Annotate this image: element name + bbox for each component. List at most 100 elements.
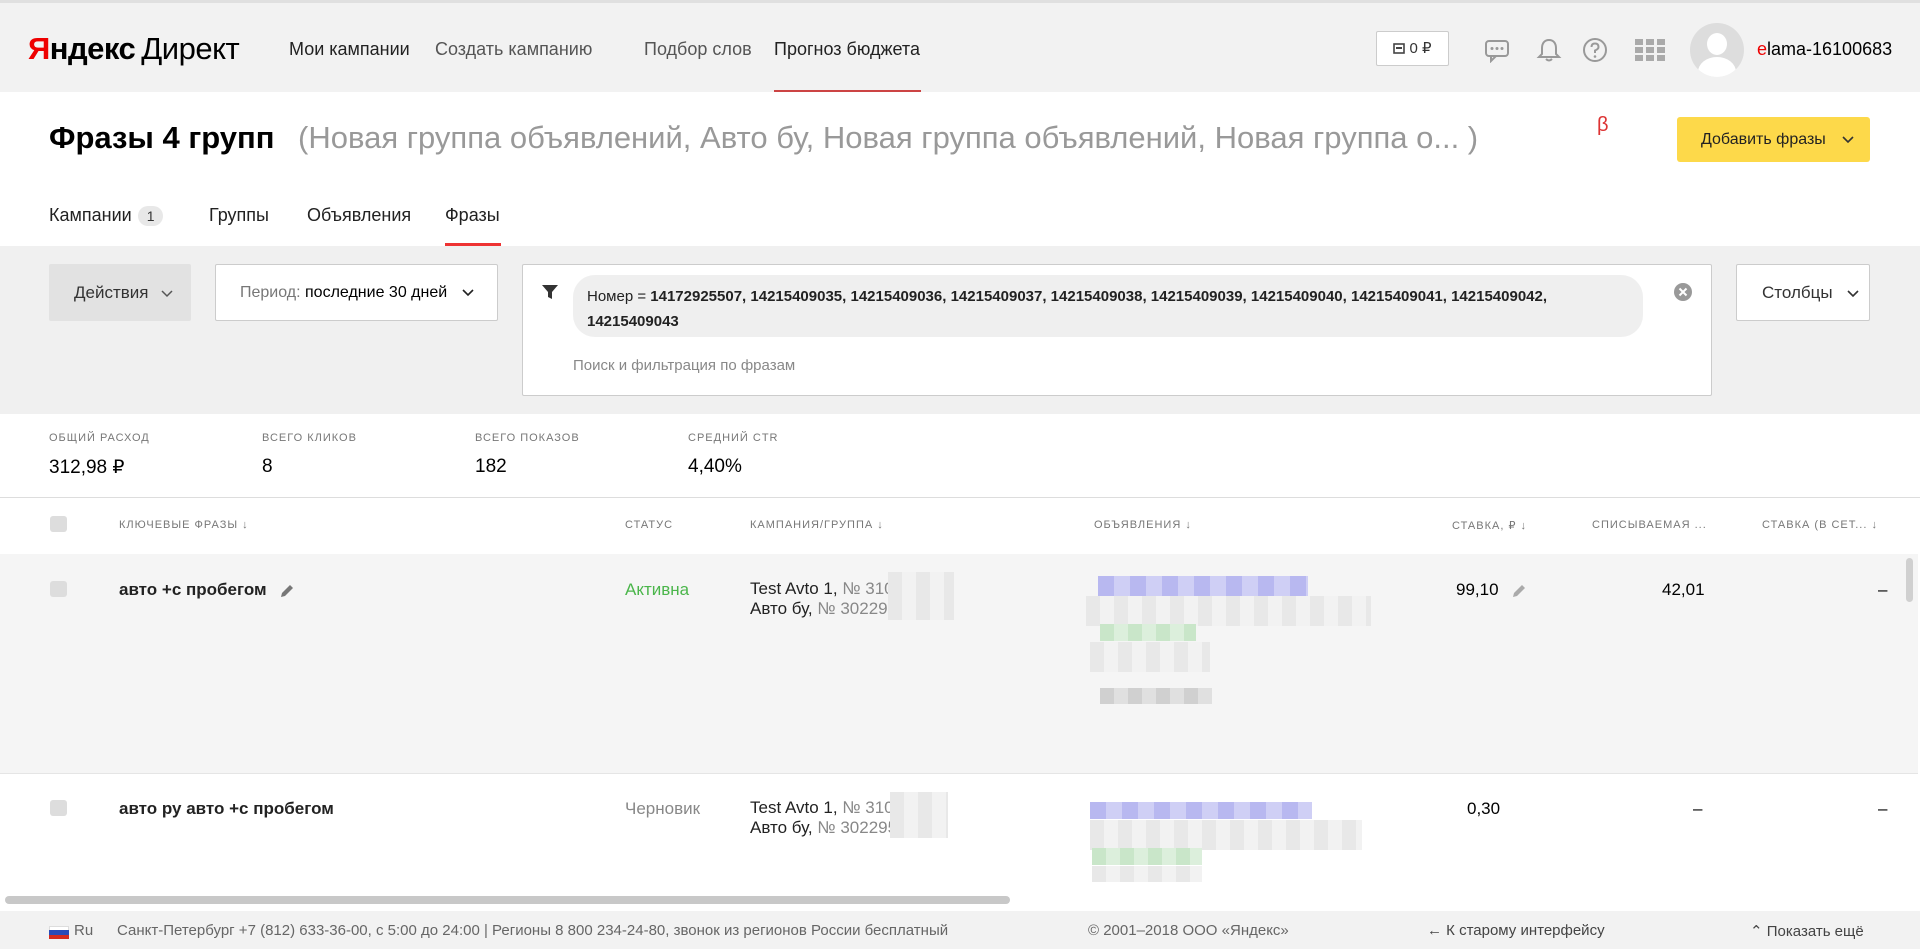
blurred-ad-title <box>1098 576 1308 596</box>
arrow-down-icon: ↓ <box>1520 520 1528 532</box>
col-header-ads[interactable]: ОБЪЯВЛЕНИЯ ↓ <box>1094 519 1192 531</box>
period-dropdown[interactable]: Период: последние 30 дней <box>215 264 498 321</box>
footer: Ru Санкт-Петербург +7 (812) 633-36-00, с… <box>0 911 1920 949</box>
vertical-scrollbar[interactable] <box>1906 558 1913 602</box>
campaign-number: № 310 <box>842 798 894 817</box>
chevron-down-icon <box>1842 117 1854 162</box>
filter-chip[interactable]: Номер = 14172925507, 14215409035, 142154… <box>573 275 1643 337</box>
footer-copyright: © 2001–2018 ООО «Яндекс» <box>1088 922 1289 939</box>
campaign-name: Test Avto 1, <box>750 579 838 598</box>
phrase-cell[interactable]: авто ру авто +с пробегом <box>119 799 334 819</box>
group-number: № 30229 <box>817 599 888 618</box>
blurred-ad-text <box>1086 596 1371 626</box>
logo-ndex: ндекс <box>49 31 136 66</box>
phrase-search-input[interactable]: Поиск и фильтрация по фразам <box>573 357 795 374</box>
col-header-label: КАМПАНИЯ/ГРУППА <box>750 519 874 531</box>
stat-total-spend: ОБЩИЙ РАСХОД 312,98 ₽ <box>49 432 150 479</box>
bid-value: 99,10 <box>1456 580 1499 599</box>
bell-icon[interactable] <box>1536 37 1562 63</box>
footer-contacts: Санкт-Петербург +7 (812) 633-36-00, с 5:… <box>117 922 949 939</box>
col-header-phrases[interactable]: КЛЮЧЕВЫЕ ФРАЗЫ ↓ <box>119 519 249 531</box>
col-header-charged[interactable]: СПИСЫВАЕМАЯ ... <box>1592 519 1707 531</box>
select-all-checkbox[interactable] <box>50 516 67 532</box>
group-name: Авто бу, <box>750 599 813 618</box>
blurred-ad-title <box>1090 802 1312 819</box>
campaign-group-cell[interactable]: Test Avto 1, № 310 Авто бу, № 30229 <box>750 579 894 619</box>
arrow-down-icon: ↓ <box>877 519 884 531</box>
stat-value: 312,98 ₽ <box>49 457 125 478</box>
tab-campaigns[interactable]: Кампании 1 <box>49 205 164 226</box>
stat-label: ВСЕГО КЛИКОВ <box>262 432 357 444</box>
chevron-down-icon <box>462 289 474 297</box>
tab-phrases[interactable]: Фразы <box>445 205 500 226</box>
actions-label: Действия <box>74 283 149 302</box>
period-label: Период: <box>240 284 301 301</box>
arrow-down-icon: ↓ <box>1185 519 1192 531</box>
group-number: № 302295 <box>817 818 898 837</box>
wallet-icon <box>1393 43 1406 54</box>
clear-filter-icon[interactable] <box>1673 282 1693 302</box>
actions-dropdown[interactable]: Действия <box>49 264 191 321</box>
double-chevron-up-icon: ⌃ <box>1750 923 1763 940</box>
nav-my-campaigns[interactable]: Мои кампании <box>289 39 410 60</box>
login-rest: lama-16100683 <box>1767 39 1893 59</box>
logo-direct: Директ <box>141 31 240 66</box>
pencil-icon[interactable] <box>279 583 295 599</box>
col-header-label: КЛЮЧЕВЫЕ ФРАЗЫ <box>119 519 239 531</box>
status-cell: Черновик <box>625 799 701 818</box>
user-login[interactable]: elama-16100683 <box>1757 39 1892 60</box>
row-checkbox[interactable] <box>50 800 67 816</box>
tab-ads[interactable]: Объявления <box>307 205 411 226</box>
add-phrases-button[interactable]: Добавить фразы <box>1677 117 1870 162</box>
horizontal-scrollbar[interactable] <box>5 896 1010 904</box>
arrow-down-icon: ↓ <box>1871 519 1878 531</box>
arrow-left-icon: ← <box>1427 922 1442 939</box>
pencil-icon[interactable] <box>1511 583 1527 599</box>
tab-campaigns-count: 1 <box>137 206 164 226</box>
apps-grid-icon[interactable] <box>1634 37 1666 63</box>
bid-cell[interactable]: 99,10 <box>1456 580 1527 600</box>
top-header: Яндекс Директ Мои кампании Создать кампан… <box>0 0 1920 92</box>
row-checkbox[interactable] <box>50 581 67 597</box>
charged-cell: 42,01 <box>1662 580 1705 599</box>
filter-box[interactable]: Номер = 14172925507, 14215409035, 142154… <box>522 264 1712 396</box>
show-more-link[interactable]: ⌃ Показать ещё <box>1750 922 1864 940</box>
nav-word-selection[interactable]: Подбор слов <box>644 39 752 60</box>
chat-icon[interactable] <box>1484 37 1510 63</box>
balance-button[interactable]: 0 ₽ <box>1376 31 1449 66</box>
nav-create-campaign[interactable]: Создать кампанию <box>435 39 592 60</box>
campaign-name: Test Avto 1, <box>750 798 838 817</box>
nav-budget-forecast[interactable]: Прогноз бюджета <box>774 39 920 60</box>
col-header-status[interactable]: СТАТУС <box>625 519 673 531</box>
campaign-group-cell[interactable]: Test Avto 1, № 310 Авто бу, № 302295 <box>750 798 897 838</box>
user-avatar[interactable] <box>1690 23 1744 77</box>
blurred-ad-extra <box>1090 642 1210 672</box>
help-icon[interactable] <box>1582 37 1608 63</box>
columns-label: Столбцы <box>1762 283 1833 302</box>
filter-chip-label: Номер = <box>587 288 647 305</box>
stat-average-ctr: СРЕДНИЙ CTR 4,40% <box>688 432 779 478</box>
bid-net-cell: – <box>1878 580 1888 599</box>
col-header-label: СТАВКА (В СЕТ... <box>1762 519 1868 531</box>
chevron-down-icon <box>1847 290 1859 298</box>
col-header-campaign[interactable]: КАМПАНИЯ/ГРУППА ↓ <box>750 519 884 531</box>
bid-cell[interactable]: 0,30 <box>1467 799 1500 819</box>
funnel-icon <box>542 285 558 299</box>
stat-total-impressions: ВСЕГО ПОКАЗОВ 182 <box>475 432 580 478</box>
stat-total-clicks: ВСЕГО КЛИКОВ 8 <box>262 432 357 478</box>
yandex-direct-logo[interactable]: Яндекс Директ <box>28 31 240 67</box>
blurred-ad-extra <box>1092 866 1202 882</box>
blurred-ad-url <box>1092 848 1202 865</box>
arrow-down-icon: ↓ <box>242 519 249 531</box>
col-header-bid[interactable]: СТАВКА, ₽ ↓ <box>1452 519 1527 532</box>
blurred-ad-text <box>1090 820 1362 850</box>
col-header-label: ОБЪЯВЛЕНИЯ <box>1094 519 1182 531</box>
col-header-bid-net[interactable]: СТАВКА (В СЕТ... ↓ <box>1762 519 1878 531</box>
columns-dropdown[interactable]: Столбцы <box>1736 264 1870 321</box>
old-interface-link[interactable]: ← К старому интерфейсу <box>1427 922 1605 939</box>
stat-value: 8 <box>262 456 273 477</box>
language-switch[interactable]: Ru <box>74 922 93 939</box>
phrase-cell[interactable]: авто +с пробегом <box>119 580 295 600</box>
tab-groups[interactable]: Группы <box>209 205 269 226</box>
chevron-down-icon <box>161 290 173 298</box>
